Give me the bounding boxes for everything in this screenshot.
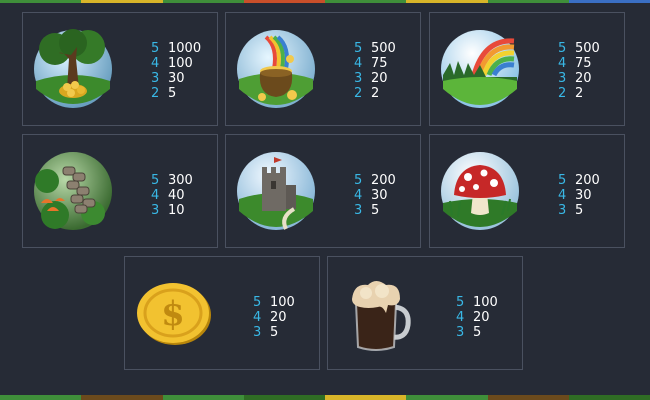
payout-amount: 200	[371, 173, 396, 188]
payout-count: 5	[151, 41, 160, 56]
payout-count: 5	[253, 295, 262, 310]
payout-list: 5 200 4 30 35	[558, 173, 600, 218]
paytable-card-gold-tree: 5 1000 4 100 3 30 25	[22, 12, 218, 126]
payout-count: 3	[354, 203, 363, 218]
payout-amount: 5	[575, 203, 584, 218]
payout-amount: 30	[168, 71, 185, 86]
gold-tree-icon	[33, 29, 113, 109]
rainbow-icon	[440, 29, 520, 109]
payout-count: 4	[151, 56, 160, 71]
payout-amount: 2	[371, 86, 380, 101]
paytable-card-stone-wall: 5 300 4 40 3 10	[22, 134, 218, 248]
top-color-strip	[0, 0, 650, 3]
payout-count: 5	[151, 173, 160, 188]
payout-count: 4	[354, 188, 363, 203]
stone-wall-icon	[33, 151, 113, 231]
payout-amount: 20	[473, 310, 490, 325]
payout-count: 3	[151, 203, 160, 218]
payout-amount: 10	[168, 203, 185, 218]
payout-count: 4	[456, 310, 465, 325]
payout-amount: 30	[575, 188, 592, 203]
payout-count: 5	[354, 41, 363, 56]
payout-amount: 300	[168, 173, 193, 188]
payout-count: 4	[151, 188, 160, 203]
payout-count: 5	[354, 173, 363, 188]
payout-count: 5	[558, 41, 567, 56]
pot-of-gold-icon	[236, 29, 316, 109]
payout-count: 3	[558, 71, 567, 86]
payout-count: 3	[558, 203, 567, 218]
payout-amount: 20	[371, 71, 388, 86]
payout-amount: 75	[575, 56, 592, 71]
payout-count: 2	[558, 86, 567, 101]
paytable-card-mushroom: 5 200 4 30 35	[429, 134, 625, 248]
payout-count: 5	[558, 173, 567, 188]
payout-list: 5 1000 4 100 3 30 25	[151, 41, 201, 101]
payout-amount: 100	[473, 295, 498, 310]
payout-amount: 20	[575, 71, 592, 86]
paytable-card-beer-mug: 5 100 4 20 35	[327, 256, 523, 370]
payout-list: 5 300 4 40 3 10	[151, 173, 193, 218]
payout-count: 2	[151, 86, 160, 101]
bottom-color-strip	[0, 395, 650, 400]
payout-list: 5 200 4 30 35	[354, 173, 396, 218]
payout-count: 3	[456, 325, 465, 340]
payout-amount: 5	[168, 86, 177, 101]
payout-amount: 1000	[168, 41, 202, 56]
payout-amount: 2	[575, 86, 584, 101]
svg-text:$: $	[161, 294, 185, 334]
payout-amount: 100	[270, 295, 295, 310]
payout-amount: 75	[371, 56, 388, 71]
payout-list: 5 500 4 75 3 20 22	[558, 41, 600, 101]
paytable-card-gold-coin: $ 5 100 4 20 35	[124, 256, 320, 370]
payout-amount: 20	[270, 310, 287, 325]
payout-amount: 5	[270, 325, 279, 340]
payout-count: 4	[558, 56, 567, 71]
payout-amount: 40	[168, 188, 185, 203]
payout-count: 5	[456, 295, 465, 310]
castle-tower-icon	[236, 151, 316, 231]
payout-list: 5 100 4 20 35	[456, 295, 498, 340]
payout-count: 4	[558, 188, 567, 203]
beer-mug-icon	[338, 273, 418, 353]
payout-list: 5 100 4 20 35	[253, 295, 295, 340]
payout-list: 5 500 4 75 3 20 22	[354, 41, 396, 101]
payout-count: 4	[253, 310, 262, 325]
paytable-card-rainbow: 5 500 4 75 3 20 22	[429, 12, 625, 126]
payout-amount: 30	[371, 188, 388, 203]
payout-amount: 500	[575, 41, 600, 56]
payout-count: 3	[151, 71, 160, 86]
payout-amount: 5	[473, 325, 482, 340]
mushroom-icon	[440, 151, 520, 231]
paytable-card-pot-of-gold: 5 500 4 75 3 20 22	[225, 12, 421, 126]
payout-amount: 200	[575, 173, 600, 188]
payout-count: 4	[354, 56, 363, 71]
payout-amount: 5	[371, 203, 380, 218]
payout-count: 3	[354, 71, 363, 86]
payout-amount: 100	[168, 56, 193, 71]
payout-count: 2	[354, 86, 363, 101]
gold-coin-icon: $	[135, 273, 215, 353]
payout-amount: 500	[371, 41, 396, 56]
paytable-card-castle-tower: 5 200 4 30 35	[225, 134, 421, 248]
payout-count: 3	[253, 325, 262, 340]
